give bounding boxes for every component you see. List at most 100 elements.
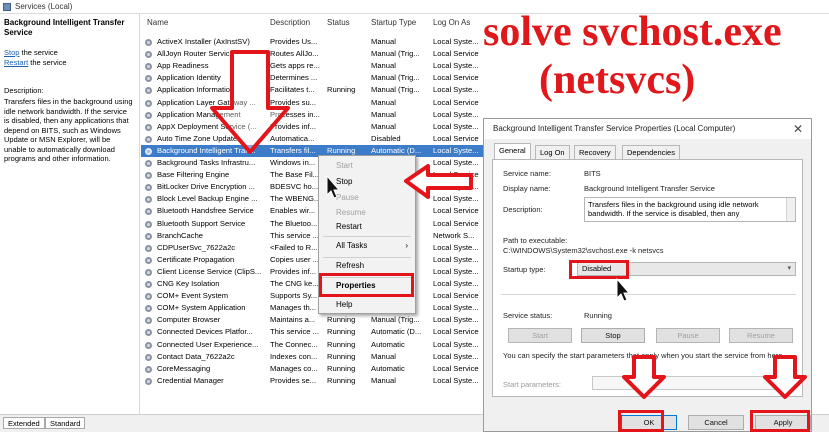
service-description: The Bluetoo... (270, 218, 318, 228)
service-properties-dialog: Background Intelligent Transfer Service … (483, 118, 812, 432)
menu-item-all-tasks[interactable]: All Tasks › (319, 237, 415, 255)
highlight-properties-box (319, 273, 414, 297)
service-description: Transfers fil... (270, 145, 316, 155)
table-row[interactable]: BitLocker Drive Encryption ... BDESVC ho.… (141, 181, 491, 193)
tab-log-on[interactable]: Log On (535, 145, 570, 159)
table-row[interactable]: Block Level Backup Engine ... The WBENG..… (141, 193, 491, 205)
service-name: Background Tasks Infrastru... (157, 158, 256, 167)
close-icon[interactable]: ✕ (793, 122, 803, 136)
gear-icon (145, 317, 152, 325)
table-row[interactable]: Background Tasks Infrastru... Windows in.… (141, 157, 491, 169)
table-row[interactable]: Application Identity Determines ... Manual… (141, 72, 491, 84)
service-name: Application Layer Gateway ... (157, 97, 256, 107)
table-row[interactable]: App Readiness Gets apps re... Manual Local … (141, 60, 491, 72)
start-params-input[interactable] (592, 376, 790, 390)
service-log-on-as: Local Service (433, 73, 479, 83)
service-name: BitLocker Drive Encryption ... (157, 182, 255, 192)
service-startup-type: Manual (371, 37, 396, 46)
tab-general[interactable]: General (494, 143, 531, 159)
description-scrollbar[interactable] (786, 198, 795, 221)
tab-dependencies[interactable]: Dependencies (622, 145, 680, 159)
table-row[interactable]: Computer Browser Maintains a... Running Man… (141, 314, 491, 326)
cancel-button[interactable]: Cancel (688, 415, 744, 430)
service-name: CoreMessaging (157, 363, 211, 373)
start-params-note: You can specify the start parameters tha… (503, 351, 785, 360)
service-log-on-as: Local Syste... (433, 182, 479, 192)
table-row[interactable]: AppX Deployment Service (... Provides inf… (141, 121, 491, 133)
service-description: Facilitates t... (270, 85, 315, 95)
service-log-on-as: Network S... (433, 230, 475, 240)
gear-icon (145, 147, 152, 155)
table-row[interactable]: Contact Data_7622a2c Indexes con... Runnin… (141, 351, 491, 363)
table-row[interactable]: AllJoyn Router Service Routes AllJo... Man… (141, 48, 491, 60)
table-row[interactable]: Credential Manager Provides se... Running M… (141, 375, 491, 387)
column-header-status[interactable]: Status (327, 18, 350, 27)
table-row[interactable]: Bluetooth Handsfree Service Enables wir..… (141, 205, 491, 217)
service-name: ActiveX Installer (AxInstSV) (157, 37, 250, 46)
start-button[interactable]: Start (508, 328, 572, 343)
table-row[interactable]: COM+ System ApplicationManages th...Manu… (141, 302, 491, 314)
column-header-name[interactable]: Name (147, 18, 168, 27)
service-log-on-as: Local Syste... (433, 61, 479, 71)
service-name-label: Service name: (503, 169, 551, 178)
description-textbox[interactable]: Transfers files in the background using … (584, 197, 796, 222)
table-row[interactable]: Connected Devices Platfor... This service… (141, 326, 491, 338)
table-row[interactable]: Application Layer Gateway ... Provides su… (141, 97, 491, 109)
service-startup-type: Manual (371, 121, 396, 131)
gear-icon (145, 353, 152, 361)
gear-icon (145, 196, 152, 204)
service-log-on-as: Local Syste... (433, 85, 479, 95)
service-startup-type: Manual (371, 351, 396, 361)
service-name-value: BITS (584, 169, 601, 178)
description-label: Description: (4, 86, 44, 95)
stop-button[interactable]: Stop (581, 328, 645, 343)
service-startup-type: Automatic (371, 339, 405, 349)
stop-service-link[interactable]: Stop (4, 48, 19, 57)
service-action-links: Stop the service Restart the service (4, 48, 135, 68)
table-row[interactable]: CNG Key Isolation The CNG ke... Local Syst… (141, 278, 491, 290)
restart-service-link[interactable]: Restart (4, 58, 28, 67)
service-log-on-as: Local Syste... (433, 266, 479, 276)
submenu-arrow-icon: › (405, 241, 408, 250)
service-description: The Connec... (270, 339, 318, 349)
table-row[interactable]: Application Information Facilitates t... R… (141, 84, 491, 96)
menu-item-restart[interactable]: Restart (319, 218, 415, 236)
table-row[interactable]: Auto Time Zone Updater Automatica... Disab… (141, 133, 491, 145)
tab-extended[interactable]: Extended (3, 417, 45, 429)
tab-recovery[interactable]: Recovery (574, 145, 616, 159)
service-startup-type: Automatic (371, 363, 405, 373)
window-title: Services (Local) (15, 2, 73, 11)
selected-service-title: Background Intelligent Transfer Service (4, 18, 125, 37)
table-row[interactable]: Bluetooth Support Service The Bluetoo... L… (141, 218, 491, 230)
menu-item-help[interactable]: Help (319, 296, 415, 314)
resume-button[interactable]: Resume (729, 328, 793, 343)
table-row[interactable]: Client License Service (ClipS... Provides… (141, 266, 491, 278)
service-description: Windows in... (270, 158, 316, 167)
gear-icon (145, 232, 152, 240)
column-header-description[interactable]: Description (270, 18, 310, 27)
service-status-value: Running (584, 311, 612, 320)
tab-standard[interactable]: Standard (45, 417, 86, 429)
services-list[interactable]: Name Description Status Startup Type Log… (141, 14, 491, 414)
service-description: This service ... (270, 230, 319, 240)
service-description: Automatica... (270, 133, 315, 143)
column-header-startup-type[interactable]: Startup Type (371, 18, 416, 27)
service-log-on-as: Local Service (433, 206, 479, 216)
table-row[interactable]: Application Management Processes in... Man… (141, 109, 491, 121)
table-row[interactable]: CoreMessaging Manages co... Running Automat… (141, 363, 491, 375)
table-row-selected[interactable]: Background Intelligent Tran... Transfers … (141, 144, 491, 157)
gear-icon (145, 135, 152, 143)
table-row[interactable]: Certificate Propagation Copies user ... Lo… (141, 254, 491, 266)
table-row[interactable]: COM+ Event System Supports Sy... Local Ser… (141, 290, 491, 302)
table-row[interactable]: Connected User Experience... The Connec..… (141, 339, 491, 351)
column-header-log-on-as[interactable]: Log On As (433, 18, 470, 27)
table-row[interactable]: BranchCache This service ... Network S... (141, 230, 491, 242)
service-log-on-as: Local Syste... (433, 254, 479, 264)
table-row[interactable]: Base Filtering Engine The Base Fil... Loca… (141, 169, 491, 181)
service-name: Credential Manager (157, 375, 224, 385)
service-name: Computer Browser (157, 315, 221, 325)
service-description: Indexes con... (270, 351, 318, 361)
table-row[interactable]: CDPUserSvc_7622a2c <Failed to R... Local S… (141, 242, 491, 254)
table-row[interactable]: ActiveX Installer (AxInstSV) Provides Us.… (141, 36, 491, 48)
pause-button[interactable]: Pause (656, 328, 720, 343)
